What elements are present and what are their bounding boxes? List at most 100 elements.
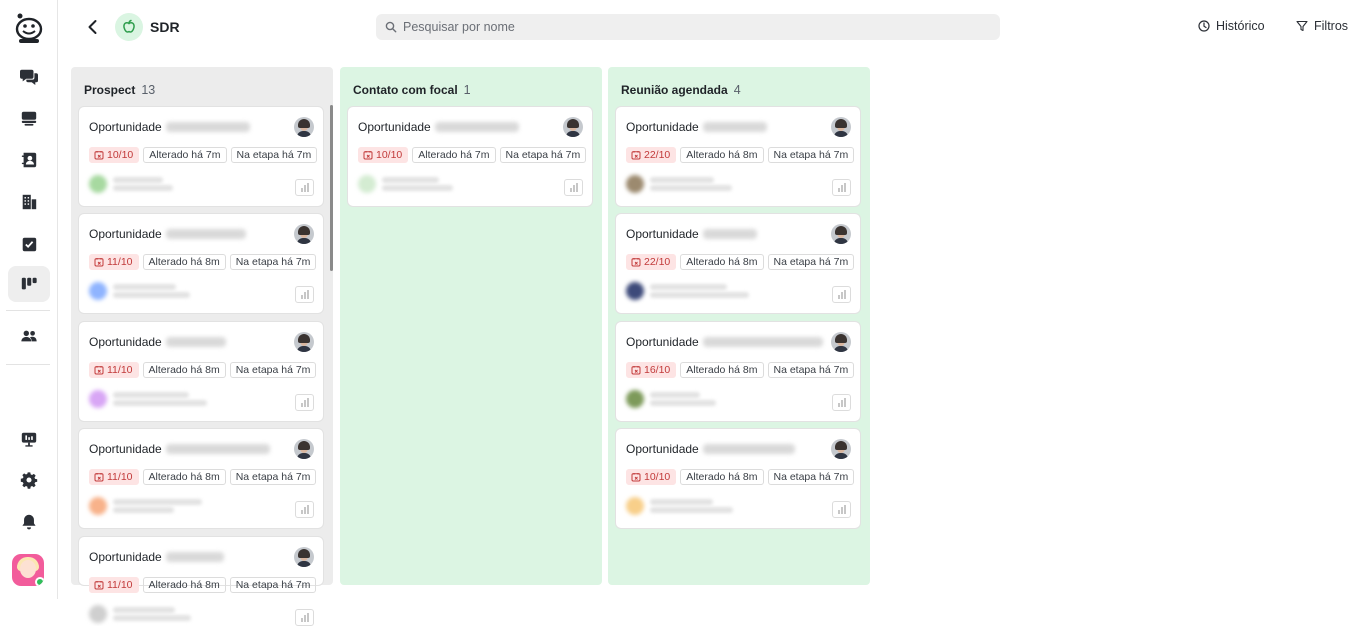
- changed-badge: Alterado há 8m: [142, 254, 226, 270]
- deal-contact[interactable]: [89, 605, 191, 623]
- stage-time-badge: Na etapa há 7m: [229, 362, 317, 378]
- deal-stats-button[interactable]: [295, 179, 314, 196]
- filters-button[interactable]: Filtros: [1296, 19, 1348, 33]
- deal-card[interactable]: Oportunidade 11/10 Alterado há 8m Na etapa …: [78, 213, 324, 314]
- deal-title: Oportunidade: [626, 335, 823, 349]
- deal-stats-button[interactable]: [832, 394, 851, 411]
- deal-card[interactable]: Oportunidade 16/10 Alterado há 8m Na etapa …: [615, 321, 861, 422]
- sidebar-item-team[interactable]: [8, 318, 50, 354]
- deal-title: Oportunidade: [89, 442, 270, 456]
- sidebar-item-presentation[interactable]: [8, 421, 50, 457]
- column-reuniao-agendada: Reunião agendada 4 Oportunidade 22/10 Alte…: [608, 67, 870, 585]
- sidebar-item-inbox[interactable]: [8, 100, 50, 136]
- deal-contact[interactable]: [626, 175, 732, 193]
- due-date-badge: 11/10: [89, 362, 139, 378]
- deal-stats-button[interactable]: [295, 501, 314, 518]
- deal-card[interactable]: Oportunidade 22/10 Alterado há 8m Na etapa …: [615, 106, 861, 207]
- sidebar-divider: [6, 310, 50, 311]
- deal-contact[interactable]: [89, 282, 190, 300]
- pipeline-title: SDR: [150, 19, 180, 35]
- deal-title-label: Oportunidade: [626, 335, 699, 349]
- sidebar-item-settings[interactable]: [8, 462, 50, 498]
- due-date-badge: 16/10: [626, 362, 677, 378]
- history-button[interactable]: Histórico: [1198, 19, 1265, 33]
- redacted-deal-name: [165, 337, 226, 347]
- column-scrollbar[interactable]: [330, 105, 333, 271]
- calendar-overdue-icon: [631, 366, 641, 375]
- team-icon: [21, 330, 37, 342]
- owner-avatar[interactable]: [294, 224, 314, 244]
- deal-stats-button[interactable]: [832, 179, 851, 196]
- due-date-badge: 10/10: [626, 469, 677, 485]
- deal-contact[interactable]: [89, 497, 202, 515]
- deal-contact[interactable]: [626, 282, 749, 300]
- deal-card[interactable]: Oportunidade 10/10 Alterado há 8m Na etapa …: [615, 428, 861, 529]
- contact-avatar: [89, 497, 107, 515]
- due-date-badge: 22/10: [626, 147, 677, 163]
- deal-card[interactable]: Oportunidade 10/10 Alterado há 7m Na etapa …: [78, 106, 324, 207]
- owner-avatar[interactable]: [294, 439, 314, 459]
- owner-avatar[interactable]: [831, 224, 851, 244]
- owner-avatar[interactable]: [294, 332, 314, 352]
- filter-icon: [1296, 20, 1308, 32]
- owner-avatar[interactable]: [831, 332, 851, 352]
- deal-tags: 11/10 Alterado há 8m Na etapa há 7m: [89, 254, 317, 270]
- calendar-overdue-icon: [94, 151, 104, 160]
- deal-tags: 10/10 Alterado há 7m Na etapa há 7m: [89, 147, 318, 163]
- deal-stats-button[interactable]: [295, 286, 314, 303]
- deal-title-label: Oportunidade: [89, 550, 162, 564]
- deal-title: Oportunidade: [358, 120, 519, 134]
- app-logo-icon[interactable]: [14, 12, 44, 44]
- deal-card[interactable]: Oportunidade 11/10 Alterado há 8m Na etapa …: [78, 536, 324, 626]
- deal-contact[interactable]: [358, 175, 453, 193]
- deal-tags: 11/10 Alterado há 8m Na etapa há 7m: [89, 362, 317, 378]
- search-bar[interactable]: [376, 14, 1000, 40]
- owner-avatar[interactable]: [831, 117, 851, 137]
- deal-title: Oportunidade: [89, 335, 226, 349]
- redacted-contact-info: [650, 282, 749, 300]
- deal-stats-button[interactable]: [295, 394, 314, 411]
- due-date: 11/10: [107, 579, 133, 591]
- search-input[interactable]: [403, 14, 993, 40]
- redacted-deal-name: [702, 444, 795, 454]
- deal-card[interactable]: Oportunidade 11/10 Alterado há 8m Na etapa …: [78, 428, 324, 529]
- due-date-badge: 11/10: [89, 577, 139, 593]
- owner-avatar[interactable]: [294, 117, 314, 137]
- deal-contact[interactable]: [626, 497, 733, 515]
- contact-avatar: [626, 497, 644, 515]
- changed-badge: Alterado há 8m: [680, 362, 764, 378]
- deal-card[interactable]: Oportunidade 22/10 Alterado há 8m Na etapa …: [615, 213, 861, 314]
- redacted-contact-info: [113, 390, 207, 408]
- calendar-overdue-icon: [94, 473, 104, 482]
- owner-avatar[interactable]: [831, 439, 851, 459]
- sidebar-item-notifications[interactable]: [8, 504, 50, 540]
- deal-contact[interactable]: [89, 175, 173, 193]
- deal-stats-button[interactable]: [832, 286, 851, 303]
- deal-tags: 22/10 Alterado há 8m Na etapa há 7m: [626, 254, 855, 270]
- deal-stats-button[interactable]: [832, 501, 851, 518]
- sidebar-item-tasks[interactable]: [8, 226, 50, 262]
- sidebar-item-companies[interactable]: [8, 184, 50, 220]
- due-date-badge: 11/10: [89, 254, 139, 270]
- deal-card[interactable]: Oportunidade 11/10 Alterado há 8m Na etapa …: [78, 321, 324, 422]
- redacted-deal-name: [165, 229, 246, 239]
- deal-contact[interactable]: [626, 390, 716, 408]
- owner-avatar[interactable]: [563, 117, 583, 137]
- column-name: Reunião agendada: [621, 83, 728, 97]
- stage-time-badge: Na etapa há 7m: [499, 147, 587, 163]
- sidebar-item-contacts[interactable]: [8, 142, 50, 178]
- kanban-icon: [21, 277, 37, 290]
- deal-contact[interactable]: [89, 390, 207, 408]
- deal-title-label: Oportunidade: [89, 335, 162, 349]
- deal-card[interactable]: Oportunidade 10/10 Alterado há 7m Na etapa …: [347, 106, 593, 207]
- due-date-badge: 10/10: [89, 147, 140, 163]
- deal-stats-button[interactable]: [564, 179, 583, 196]
- owner-avatar[interactable]: [294, 547, 314, 567]
- sidebar-item-pipelines[interactable]: [8, 266, 50, 302]
- due-date: 22/10: [644, 149, 671, 161]
- back-button[interactable]: [84, 17, 102, 37]
- sidebar-item-conversations[interactable]: [8, 58, 50, 94]
- user-avatar[interactable]: [12, 554, 44, 586]
- contact-avatar: [626, 390, 644, 408]
- deal-stats-button[interactable]: [295, 609, 314, 626]
